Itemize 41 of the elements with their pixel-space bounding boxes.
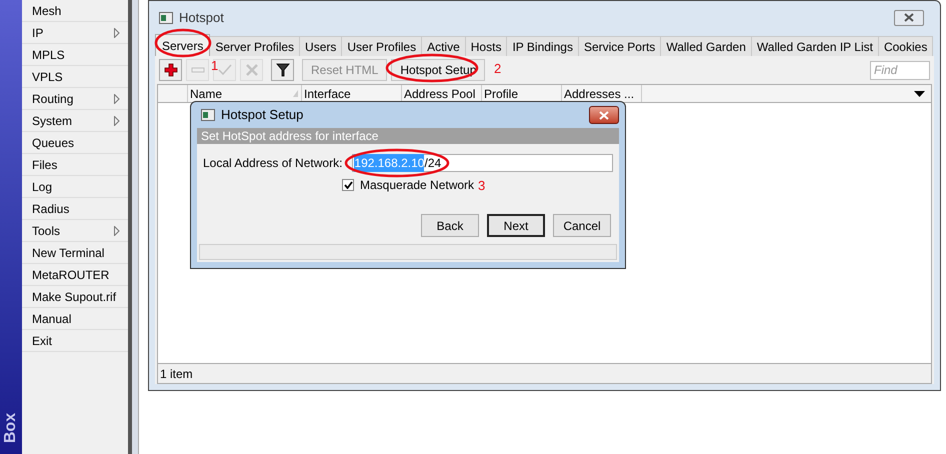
plus-icon (164, 63, 178, 77)
tab[interactable]: Server Profiles (210, 36, 300, 56)
tab[interactable]: Walled Garden IP List (752, 36, 879, 56)
find-field[interactable]: Find (870, 60, 930, 80)
close-icon (598, 110, 610, 120)
cross-icon (244, 63, 258, 77)
dialog-banner: Set HotSpot address for interface (197, 128, 619, 144)
status-bar: 1 item (158, 363, 931, 383)
window-title: Hotspot (179, 8, 224, 27)
dialog-button[interactable]: Cancel (553, 214, 611, 237)
checkbox-label: Masquerade Network (360, 177, 474, 194)
annotation-ellipse (154, 28, 212, 58)
checkbox[interactable] (342, 179, 354, 191)
dialog-title: Hotspot Setup (221, 106, 304, 124)
address-field[interactable]: 192.168.2.10/24 (352, 154, 613, 172)
close-button[interactable] (894, 10, 924, 26)
dialog-button[interactable]: Back (421, 214, 479, 237)
tab[interactable]: Walled Garden (661, 36, 752, 56)
window-icon (159, 12, 173, 24)
field-label: Local Address of Network: (203, 155, 342, 172)
annotation-number: 1 (211, 57, 218, 75)
close-icon (903, 13, 915, 22)
toolbar-button[interactable] (159, 59, 182, 81)
dialog-button[interactable]: Next (487, 214, 545, 237)
dropdown-arrow-icon[interactable] (914, 90, 925, 96)
tab[interactable]: Active (422, 36, 466, 56)
check-icon (344, 181, 352, 189)
filter-icon (276, 63, 290, 77)
close-button[interactable] (589, 106, 619, 124)
tab[interactable]: User Profiles (342, 36, 422, 56)
check-icon (218, 63, 232, 77)
brand-label: Box (1, 412, 20, 444)
tab[interactable]: Cookies (878, 36, 934, 56)
tab[interactable]: Hosts (466, 36, 508, 56)
annotation-number: 3 (478, 177, 486, 195)
toolbar-button[interactable] (271, 59, 294, 81)
tab[interactable]: IP Bindings (507, 36, 579, 56)
tab[interactable]: Users (300, 36, 342, 56)
annotation-number: 2 (494, 60, 502, 78)
tab[interactable]: Service Ports (578, 36, 662, 56)
window-icon (201, 109, 215, 121)
